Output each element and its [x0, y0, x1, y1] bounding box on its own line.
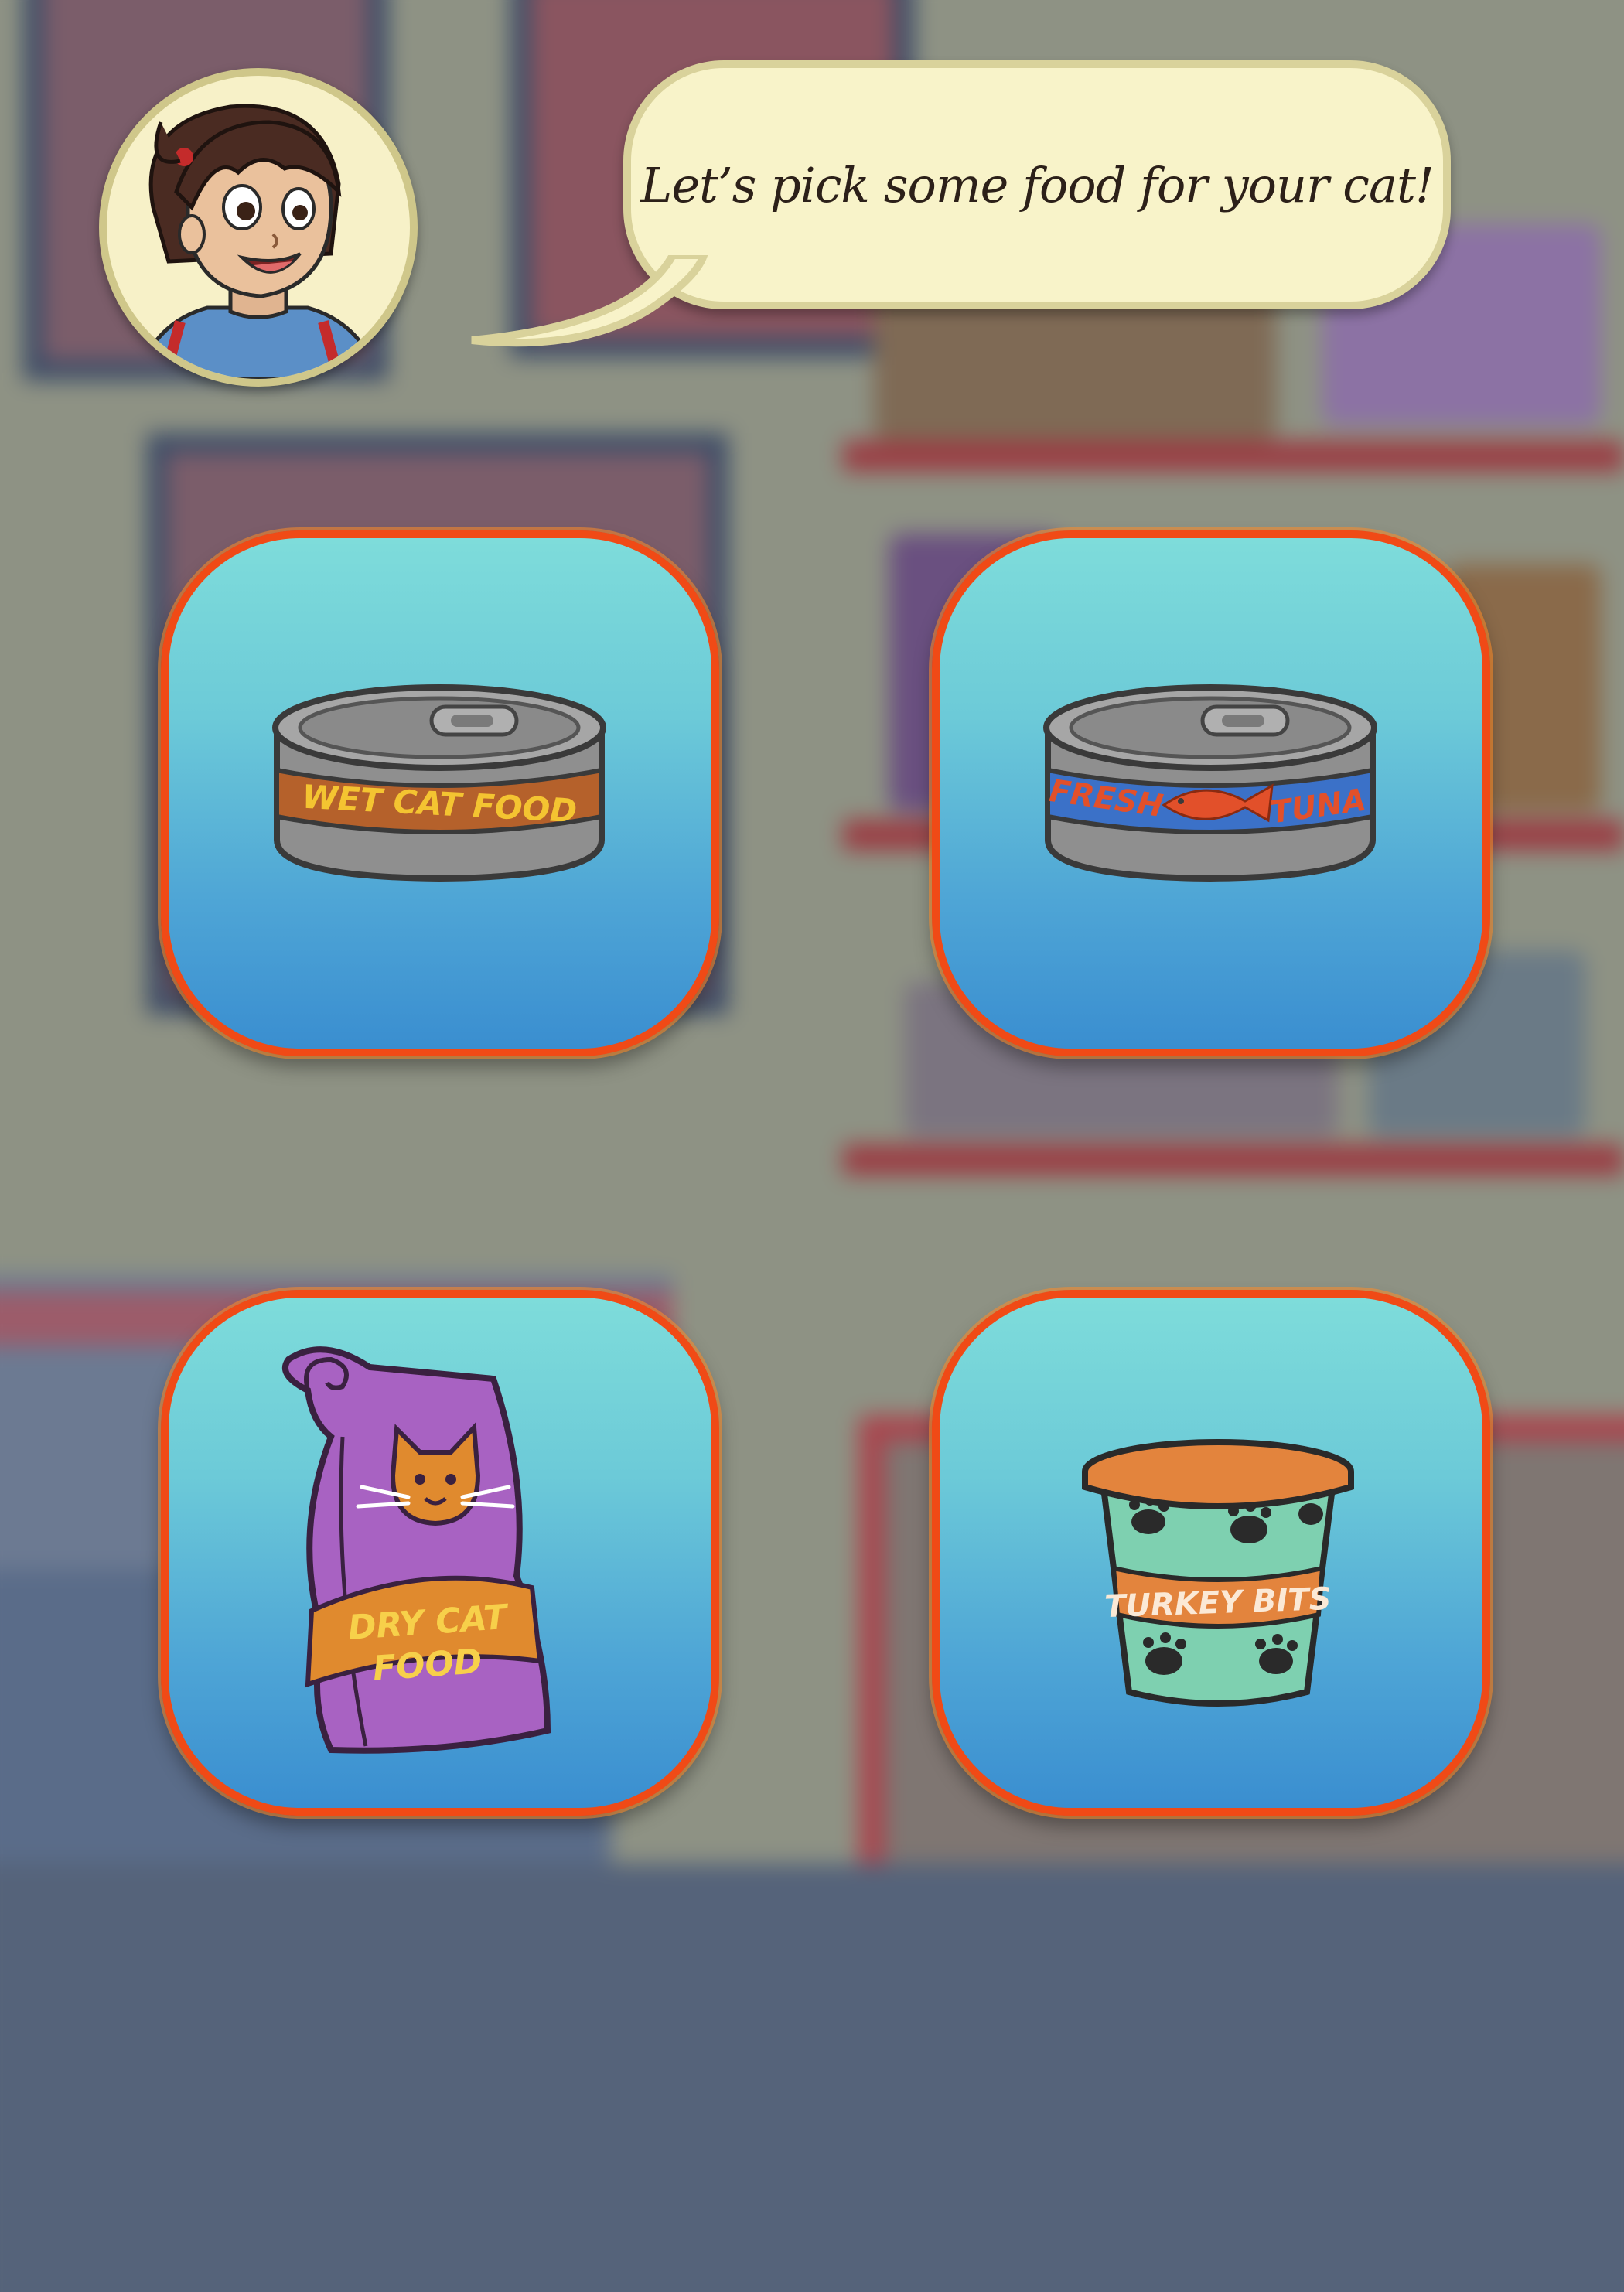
- dialogue-text: Let’s pick some food for your cat!: [640, 156, 1435, 213]
- wet-cat-food-button[interactable]: WET CAT FOOD: [161, 530, 719, 1056]
- dry-food-bag-icon: DRY CAT FOOD: [281, 1346, 551, 1754]
- turkey-cup-icon: TURKEY BITS: [1082, 1439, 1354, 1707]
- turkey-bits-button[interactable]: TURKEY BITS: [932, 1290, 1490, 1816]
- speech-bubble: Let’s pick some food for your cat!: [623, 60, 1451, 309]
- girl-portrait-icon: [135, 104, 381, 379]
- dry-label-line2: FOOD: [371, 1642, 483, 1689]
- speech-bubble-tail: [471, 255, 708, 347]
- wet-food-can-icon: WET CAT FOOD: [272, 684, 606, 882]
- tuna-can-icon: FRESH TUNA: [1043, 684, 1377, 882]
- dry-cat-food-button[interactable]: DRY CAT FOOD: [161, 1290, 719, 1816]
- fresh-tuna-button[interactable]: FRESH TUNA: [932, 530, 1490, 1056]
- character-avatar: [99, 68, 418, 387]
